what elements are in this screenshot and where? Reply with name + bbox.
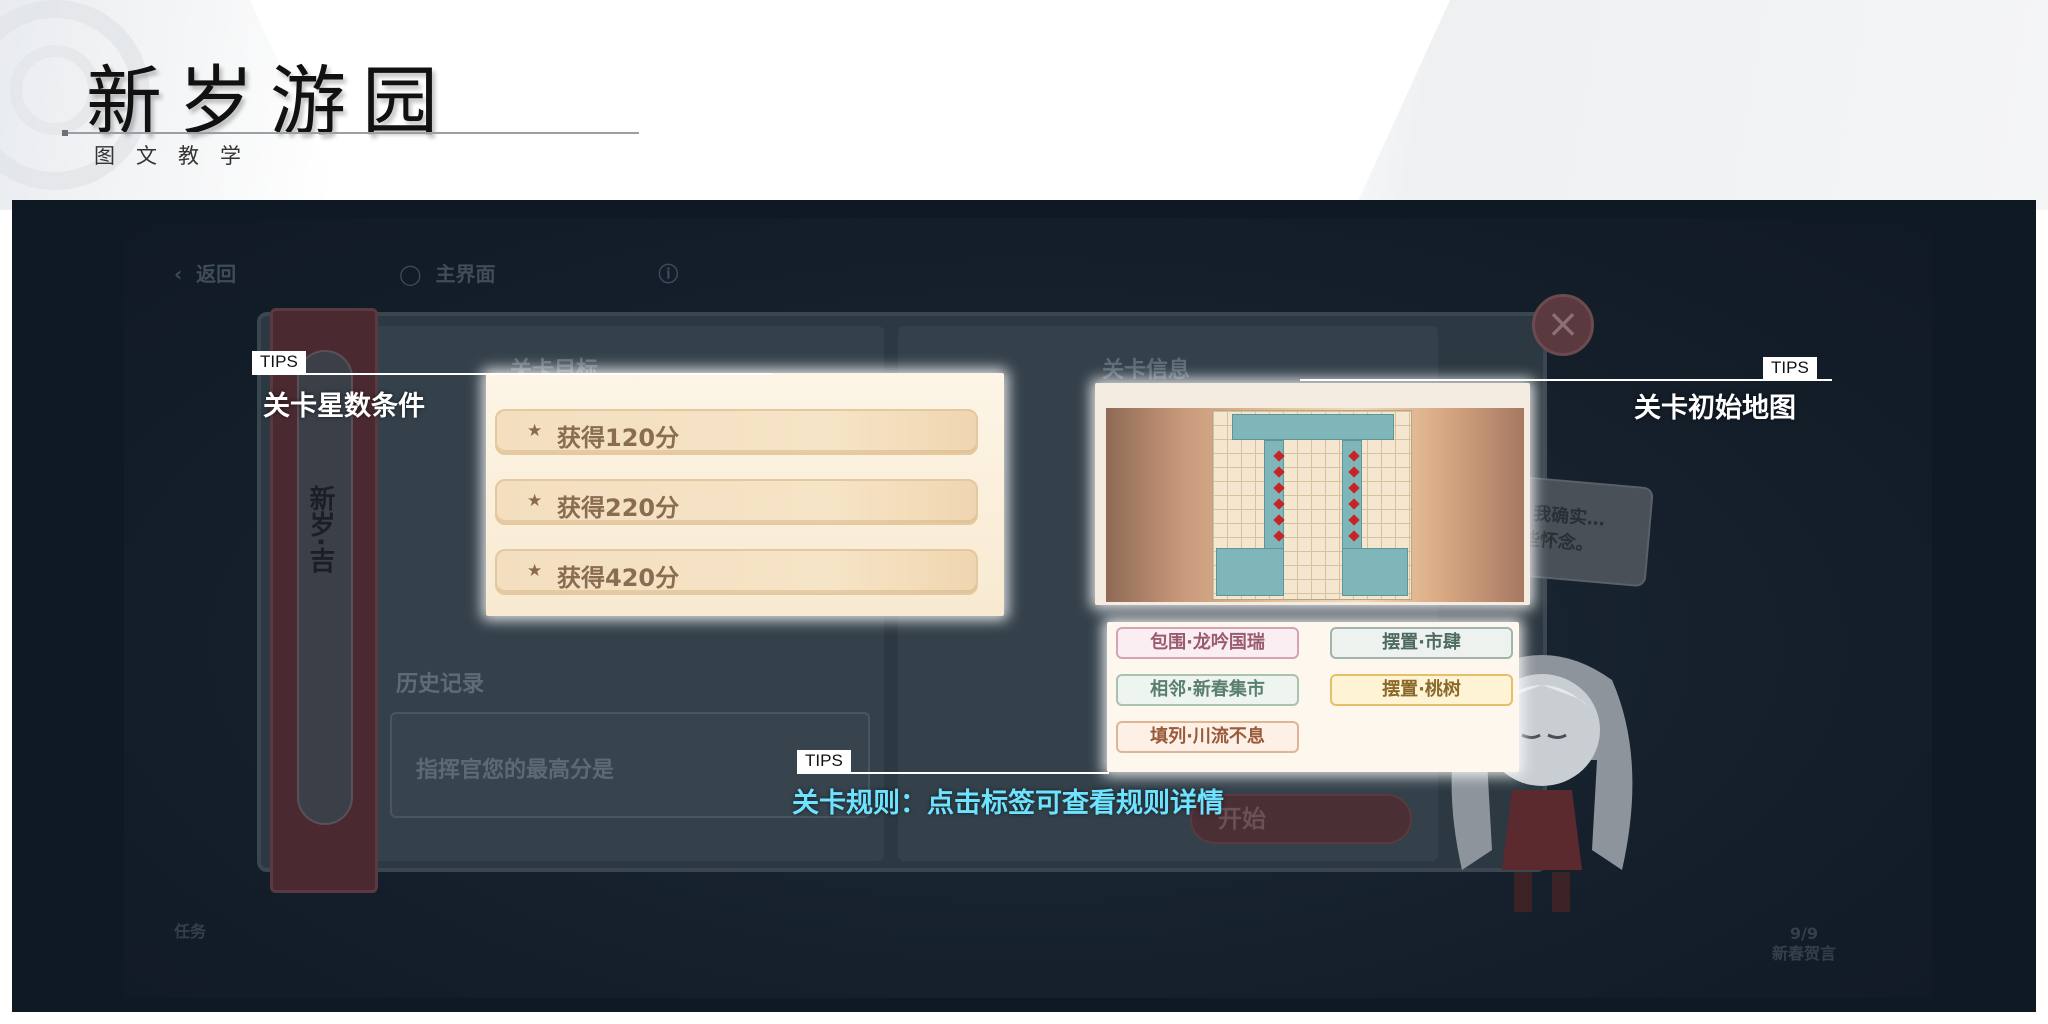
- rule-tag[interactable]: 包围·龙吟国瑞: [1116, 627, 1299, 659]
- history-heading: 历史记录: [396, 672, 485, 697]
- tips-badge: TIPS: [1763, 357, 1817, 379]
- goal-label: 获得420分: [557, 564, 680, 592]
- rule-tag[interactable]: 摆置·桃树: [1330, 674, 1513, 706]
- rule-tag[interactable]: 填列·川流不息: [1116, 721, 1299, 753]
- game-screenshot-panel: ‹ 返回 ◯ 主界面 ⓘ 任务 9/9 新春贺言 新岁·吉 × 关卡目标 关卡信…: [12, 200, 2036, 1012]
- info-icon[interactable]: ⓘ: [658, 262, 678, 286]
- tips-connector-line: [252, 373, 772, 375]
- greeting-button[interactable]: 9/9 新春贺言: [1772, 924, 1836, 964]
- tips-badge: TIPS: [252, 351, 306, 373]
- tips-label-rules: 关卡规则：点击标签可查看规则详情: [792, 788, 1224, 819]
- info-heading: 关卡信息: [1102, 358, 1191, 383]
- tips-badge: TIPS: [797, 750, 851, 772]
- goal-item: ★ 获得220分: [495, 479, 978, 525]
- map-wall: [1232, 414, 1394, 440]
- star-icon: ★: [527, 421, 543, 441]
- page-subtitle: 图文教学: [94, 144, 262, 168]
- task-button[interactable]: 任务: [174, 918, 206, 942]
- title-divider-dot: [62, 130, 68, 136]
- close-icon[interactable]: ×: [1532, 294, 1594, 356]
- goal-label: 获得120分: [557, 424, 680, 452]
- map-wall: [1216, 548, 1284, 596]
- tips-connector-line: [797, 772, 1109, 774]
- home-button[interactable]: ◯ 主界面: [399, 262, 573, 286]
- tips-label-initial-map: 关卡初始地图: [1634, 393, 1796, 424]
- star-icon: ★: [527, 491, 543, 511]
- game-topbar: ‹ 返回 ◯ 主界面 ⓘ: [174, 258, 756, 287]
- tips-connector-line: [1300, 379, 1832, 381]
- history-text: 指挥官您的最高分是: [416, 758, 615, 783]
- tips-label-star-conditions: 关卡星数条件: [263, 391, 425, 422]
- greeting-count: 9/9: [1789, 924, 1819, 943]
- rule-tag[interactable]: 摆置·市肆: [1330, 627, 1513, 659]
- title-divider: [64, 132, 639, 134]
- greeting-label: 新春贺言: [1772, 944, 1837, 963]
- map-wall: [1342, 548, 1408, 596]
- rule-tag[interactable]: 相邻·新春集市: [1116, 674, 1299, 706]
- goal-label: 获得220分: [557, 494, 680, 522]
- spine-title: 新岁·吉: [305, 485, 335, 573]
- back-button[interactable]: ‹ 返回: [174, 262, 314, 286]
- goal-item: ★ 获得420分: [495, 549, 978, 595]
- goal-item: ★ 获得120分: [495, 409, 978, 455]
- star-icon: ★: [527, 561, 543, 581]
